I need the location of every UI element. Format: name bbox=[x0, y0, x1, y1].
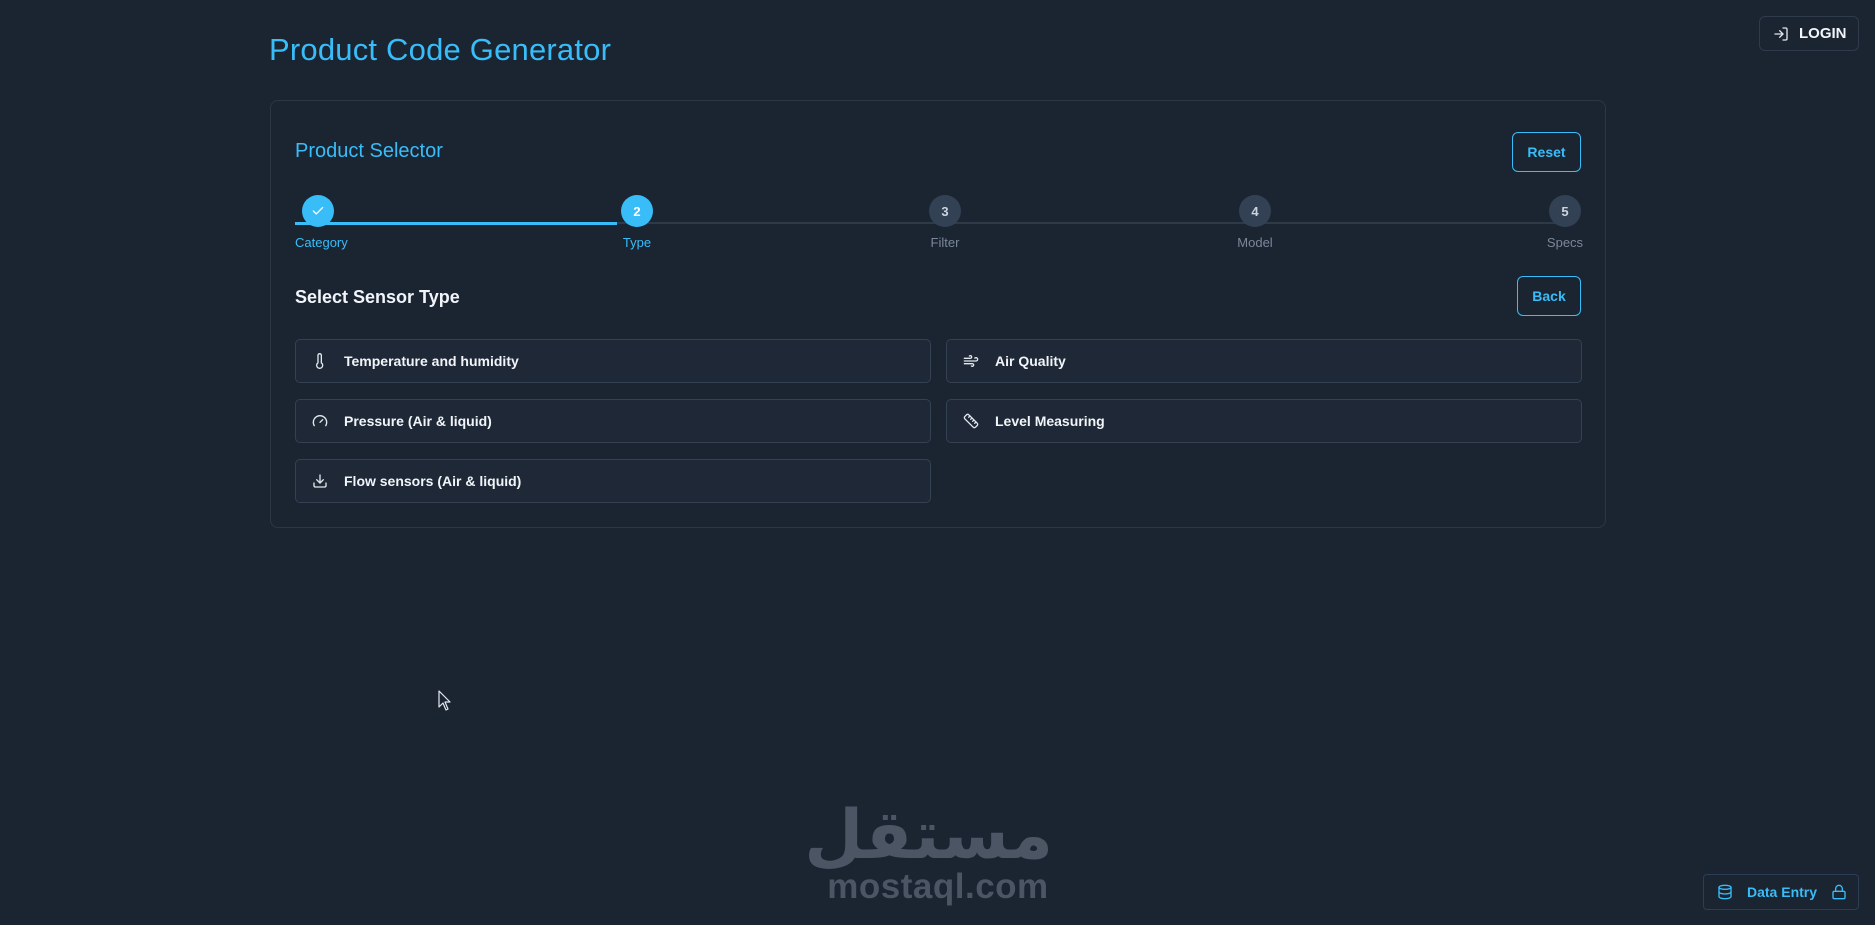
watermark-logo: مستقل bbox=[804, 796, 1053, 875]
option-label: Flow sensors (Air & liquid) bbox=[344, 473, 522, 489]
option-pressure[interactable]: Pressure (Air & liquid) bbox=[295, 399, 931, 443]
step-label: Type bbox=[622, 235, 652, 250]
step-circle: 4 bbox=[1239, 195, 1271, 227]
thermometer-icon bbox=[316, 353, 324, 369]
back-button[interactable]: Back bbox=[1517, 276, 1581, 316]
download-icon bbox=[313, 474, 327, 488]
database-icon bbox=[1718, 884, 1732, 900]
step-filter[interactable]: 3 Filter bbox=[905, 195, 985, 250]
data-entry-button[interactable]: Data Entry bbox=[1703, 874, 1859, 910]
watermark: مستقل mostaql.com bbox=[804, 796, 1053, 906]
app-page: LOGIN Product Code Generator Product Sel… bbox=[0, 0, 1875, 925]
product-selector-card: Product Selector Reset Category 2 Type 3… bbox=[270, 100, 1606, 528]
data-entry-label: Data Entry bbox=[1747, 884, 1818, 900]
ruler-icon bbox=[963, 413, 979, 429]
gauge-icon bbox=[312, 415, 328, 427]
step-model[interactable]: 4 Model bbox=[1215, 195, 1295, 250]
option-level-measuring[interactable]: Level Measuring bbox=[946, 399, 1582, 443]
step-circle: 2 bbox=[621, 195, 653, 227]
step-category[interactable]: Category bbox=[278, 195, 358, 250]
option-label: Air Quality bbox=[995, 353, 1066, 369]
step-label: Category bbox=[295, 235, 348, 250]
step-circle bbox=[302, 195, 334, 227]
lock-icon bbox=[1832, 884, 1846, 900]
mouse-cursor-icon bbox=[438, 690, 451, 711]
step-label: Model bbox=[1237, 235, 1273, 250]
option-label: Level Measuring bbox=[995, 413, 1105, 429]
step-circle: 5 bbox=[1549, 195, 1581, 227]
reset-button[interactable]: Reset bbox=[1512, 132, 1581, 172]
check-icon bbox=[312, 206, 324, 215]
section-title: Select Sensor Type bbox=[295, 287, 460, 307]
stepper: Category 2 Type 3 Filter 4 Model 5 Specs bbox=[295, 195, 1583, 255]
step-label: Specs bbox=[1546, 235, 1584, 250]
login-label: LOGIN bbox=[1799, 25, 1847, 42]
step-specs[interactable]: 5 Specs bbox=[1525, 195, 1605, 250]
option-flow-sensors[interactable]: Flow sensors (Air & liquid) bbox=[295, 459, 931, 503]
step-type[interactable]: 2 Type bbox=[597, 195, 677, 250]
login-icon bbox=[1774, 26, 1788, 41]
watermark-text: mostaql.com bbox=[827, 867, 1049, 906]
page-title: Product Code Generator bbox=[269, 32, 612, 67]
option-temperature-humidity[interactable]: Temperature and humidity bbox=[295, 339, 931, 383]
step-circle: 3 bbox=[929, 195, 961, 227]
option-label: Pressure (Air & liquid) bbox=[344, 413, 492, 429]
card-title: Product Selector bbox=[295, 140, 443, 162]
option-air-quality[interactable]: Air Quality bbox=[946, 339, 1582, 383]
step-label: Filter bbox=[930, 235, 960, 250]
option-label: Temperature and humidity bbox=[344, 353, 519, 369]
login-button[interactable]: LOGIN bbox=[1759, 16, 1859, 51]
wind-icon bbox=[963, 355, 979, 367]
